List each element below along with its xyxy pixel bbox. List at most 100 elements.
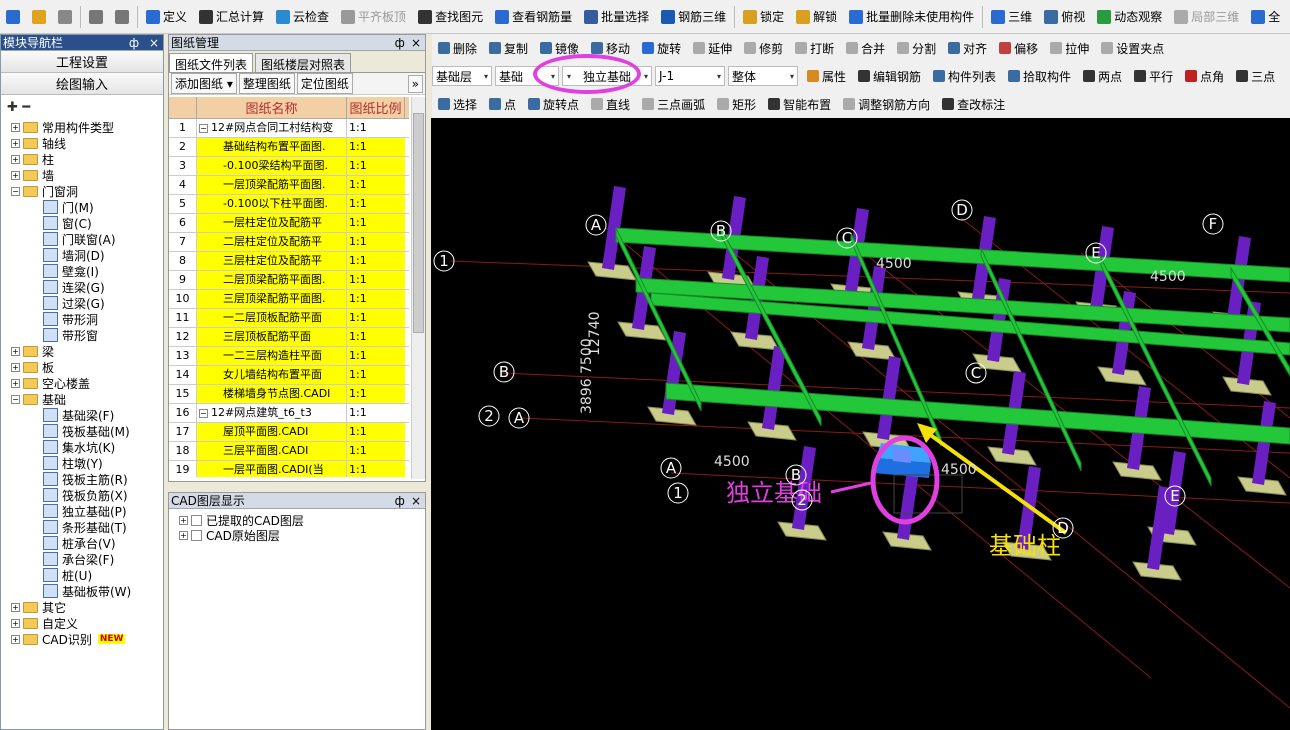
tree-item[interactable]: 承台梁(F) (43, 551, 114, 567)
table-row[interactable]: 8 三层柱定位及配筋平 1:1 (169, 252, 409, 271)
open-folder-button[interactable] (26, 4, 52, 30)
close-icon[interactable]: × (411, 494, 421, 508)
lock-button[interactable]: 锁定 (737, 4, 790, 30)
tool-button[interactable]: 移动 (585, 35, 636, 61)
tool-button[interactable]: 编辑钢筋 (852, 63, 927, 89)
3d-model-view[interactable]: 独立基础 基础柱 A B C D E F 1 B 2 A A B 1 2 C D E 4500 4500 4500 45… (431, 118, 1290, 730)
tool-button[interactable]: 查改标注 (936, 91, 1011, 117)
tool-button[interactable]: 旋转 (636, 35, 687, 61)
tree-item[interactable]: 筏板主筋(R) (43, 471, 128, 487)
table-row[interactable]: 15 楼梯墙身节点图.CADI 1:1 (169, 385, 409, 404)
tree-item[interactable]: 集水坑(K) (43, 439, 115, 455)
table-row[interactable]: 7 二层柱定位及配筋平 1:1 (169, 233, 409, 252)
tree-item[interactable]: 门联窗(A) (43, 231, 116, 247)
new-file-button[interactable] (0, 4, 26, 30)
tool-button[interactable]: 拾取构件 (1002, 63, 1077, 89)
table-row[interactable]: 9 二层顶梁配筋平面图. 1:1 (169, 271, 409, 290)
tool-button[interactable]: 点 (483, 91, 522, 117)
project-settings-button[interactable]: 工程设置 (1, 51, 163, 73)
table-row[interactable]: 10 三层顶梁配筋平面图. 1:1 (169, 290, 409, 309)
tree-item[interactable]: 窗(C) (43, 215, 92, 231)
tree-item[interactable]: + 其它 (11, 599, 66, 615)
batch-select-button[interactable]: 批量选择 (578, 4, 655, 30)
tool-button[interactable]: 平行 (1128, 63, 1179, 89)
collapse-icon[interactable]: − (11, 394, 20, 404)
cad-layer-item[interactable]: + 已提取的CAD图层 (179, 513, 425, 528)
table-row[interactable]: 1−12#网点合同工村结构变 1:1 (169, 119, 409, 138)
tool-button[interactable]: 偏移 (993, 35, 1044, 61)
scope-select[interactable]: 整体 ▾ (728, 66, 798, 86)
expand-icon[interactable]: + (11, 634, 20, 644)
orbit-button[interactable]: 动态观察 (1091, 4, 1168, 30)
expand-icon[interactable]: + (11, 362, 20, 372)
tool-button[interactable]: 对齐 (942, 35, 993, 61)
tree-item[interactable]: + 墙 (11, 167, 54, 183)
tree-item[interactable]: 带形洞 (43, 311, 98, 327)
tool-button[interactable]: 两点 (1077, 63, 1128, 89)
table-row[interactable]: 4 一层顶梁配筋平面图. 1:1 (169, 176, 409, 195)
tree-item[interactable]: 带形窗 (43, 327, 98, 343)
zoom-button[interactable]: 全 (1245, 4, 1286, 30)
expand-icon[interactable]: + (11, 602, 20, 612)
tree-item[interactable]: 条形基础(T) (43, 519, 127, 535)
cloud-check-button[interactable]: 云检查 (270, 4, 335, 30)
add-drawing-button[interactable]: 添加图纸 ▾ (171, 73, 237, 94)
tool-button[interactable]: 合并 (840, 35, 891, 61)
flush-slab-button[interactable]: 平齐板顶 (335, 4, 412, 30)
tool-button[interactable]: 拉伸 (1044, 35, 1095, 61)
table-row[interactable]: 19 一层平面图.CADI(当 1:1 (169, 461, 409, 477)
tree-item[interactable]: + 轴线 (11, 135, 66, 151)
checkbox[interactable] (191, 515, 202, 526)
tree-item[interactable]: 柱墩(Y) (43, 455, 103, 471)
organize-drawing-button[interactable]: 整理图纸 (238, 73, 295, 94)
tree-item[interactable]: 筏板基础(M) (43, 423, 130, 439)
tree-item[interactable]: − 基础 (11, 391, 66, 407)
checkbox[interactable] (191, 530, 202, 541)
floor-select[interactable]: 基础层 ▾ (432, 66, 492, 86)
tool-button[interactable]: 属性 (801, 63, 852, 89)
table-row[interactable]: 12 三层顶板配筋平面 1:1 (169, 328, 409, 347)
local-3d-button[interactable]: 局部三维 (1168, 4, 1245, 30)
expand-icon[interactable]: + (179, 531, 188, 540)
tree-item[interactable]: 墙洞(D) (43, 247, 105, 263)
tool-button[interactable]: 三点画弧 (636, 91, 711, 117)
more-button[interactable]: » (407, 74, 423, 93)
collapse-icon[interactable]: − (199, 409, 208, 418)
type-select[interactable]: ▾ 独立基础 ▾ (562, 66, 652, 86)
define-button[interactable]: 定义 (140, 4, 193, 30)
tab-drawing-floor-map[interactable]: 图纸楼层对照表 (255, 53, 352, 72)
table-row[interactable]: 11 一二层顶板配筋平面 1:1 (169, 309, 409, 328)
tool-button[interactable]: 复制 (483, 35, 534, 61)
tree-item[interactable]: 过梁(G) (43, 295, 105, 311)
tool-button[interactable]: 点角 (1179, 63, 1230, 89)
close-icon[interactable]: × (411, 36, 421, 50)
tool-button[interactable]: 删除 (432, 35, 483, 61)
tree-item[interactable]: + 板 (11, 359, 54, 375)
table-row[interactable]: 6 一层柱定位及配筋平 1:1 (169, 214, 409, 233)
expand-icon[interactable]: + (11, 138, 20, 148)
drawing-canvas[interactable]: 独立基础 基础柱 A B C D E F 1 B 2 A A B 1 2 C D E 4500 4500 4500 45… (431, 118, 1290, 730)
table-row[interactable]: 3 -0.100梁结构平面图. 1:1 (169, 157, 409, 176)
expand-icon[interactable]: + (11, 618, 20, 628)
top-view-button[interactable]: 俯视 (1038, 4, 1091, 30)
tool-button[interactable]: 延伸 (687, 35, 738, 61)
collapse-icon[interactable]: − (11, 186, 20, 196)
tool-button[interactable]: 智能布置 (762, 91, 837, 117)
tree-item[interactable]: + 空心楼盖 (11, 375, 90, 391)
binoculars-button[interactable]: 查找图元 (412, 4, 489, 30)
table-row[interactable]: 14 女儿墙结构布置平面 1:1 (169, 366, 409, 385)
table-row[interactable]: 17 屋顶平面图.CADI 1:1 (169, 423, 409, 442)
collapse-icon[interactable]: − (199, 124, 208, 133)
tree-item[interactable]: 基础板带(W) (43, 583, 131, 599)
tree-item[interactable]: + 自定义 (11, 615, 78, 631)
tree-item[interactable]: − 门窗洞 (11, 183, 78, 199)
tree-item[interactable]: 门(M) (43, 199, 94, 215)
tool-button[interactable]: 修剪 (738, 35, 789, 61)
expand-icon[interactable]: + (11, 170, 20, 180)
tree-item[interactable]: 桩承台(V) (43, 535, 116, 551)
tool-button[interactable]: 设置夹点 (1095, 35, 1170, 61)
table-row[interactable]: 16−12#网点建筑_t6_t3 1:1 (169, 404, 409, 423)
locate-drawing-button[interactable]: 定位图纸 (296, 73, 353, 94)
expand-icon[interactable]: + (11, 122, 20, 132)
expand-icon[interactable]: + (179, 516, 188, 525)
